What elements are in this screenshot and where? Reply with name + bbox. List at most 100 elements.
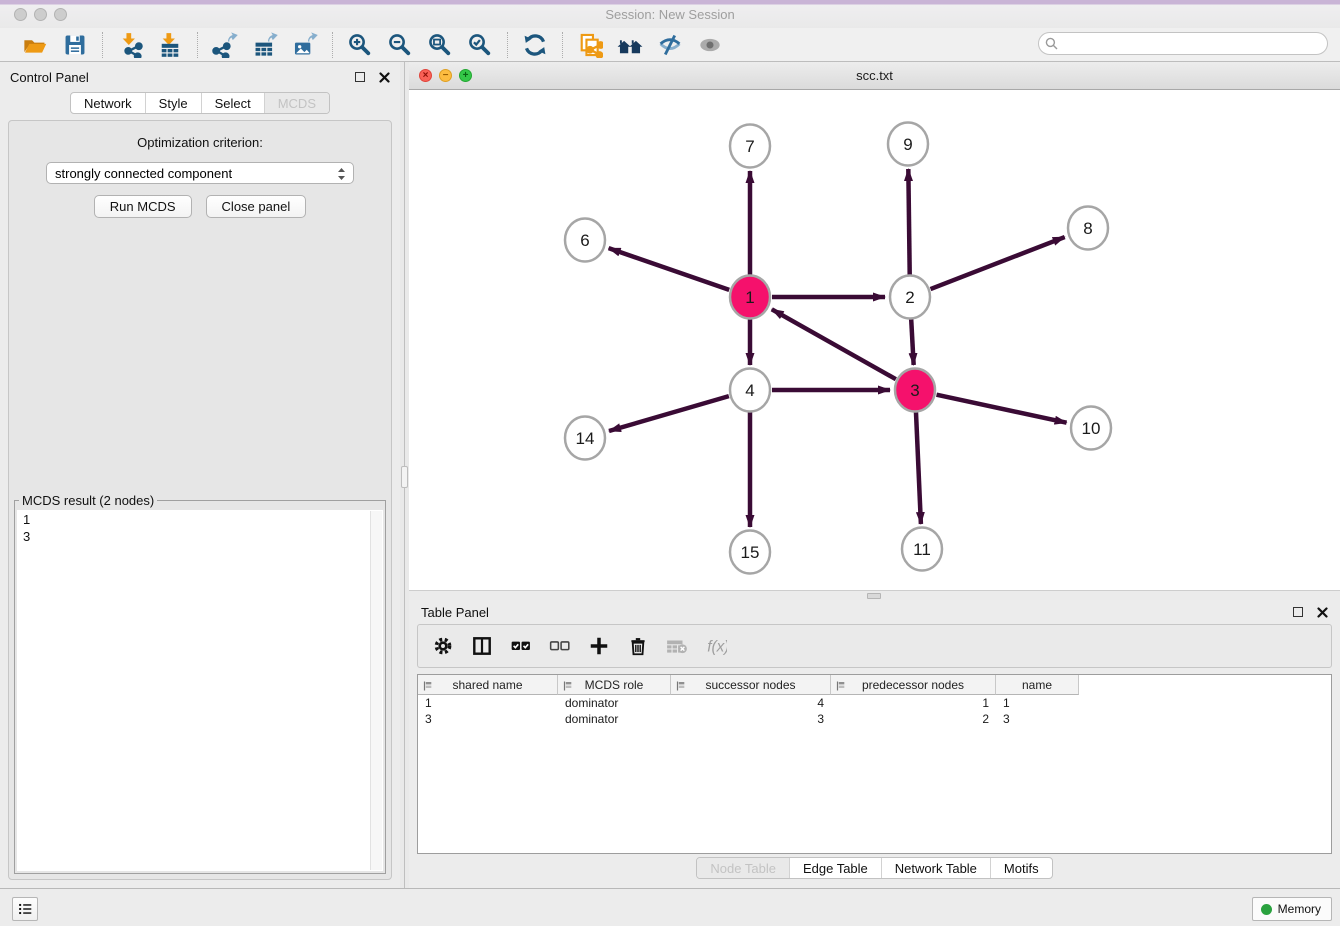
divider-handle[interactable] bbox=[401, 466, 408, 488]
node-8[interactable]: 8 bbox=[1068, 207, 1108, 250]
mcds-result-title: MCDS result (2 nodes) bbox=[19, 493, 157, 508]
close-panel-icon[interactable] bbox=[379, 72, 390, 83]
zoom-out-icon[interactable] bbox=[387, 32, 413, 58]
search-icon bbox=[1045, 37, 1058, 50]
tab-motifs[interactable]: Motifs bbox=[990, 858, 1052, 878]
import-network-icon[interactable] bbox=[117, 32, 143, 58]
tab-node-table[interactable]: Node Table bbox=[697, 858, 789, 878]
column-header-MCDS-role[interactable]: MCDS role bbox=[558, 675, 671, 695]
zoom-in-icon[interactable] bbox=[347, 32, 373, 58]
table-cell[interactable]: 1 bbox=[831, 695, 996, 711]
network-canvas[interactable]: 1 2 3 4 6 7 8 9 10 11 14 15 bbox=[409, 90, 1340, 590]
close-panel-button[interactable]: Close panel bbox=[206, 195, 307, 218]
sort-icon[interactable] bbox=[423, 680, 433, 694]
column-label: MCDS role bbox=[585, 678, 644, 692]
control-panel: Control Panel NetworkStyleSelectMCDS Opt… bbox=[0, 62, 400, 888]
node-9[interactable]: 9 bbox=[888, 123, 928, 166]
titlebar: Session: New Session bbox=[0, 0, 1340, 28]
search-input[interactable] bbox=[1062, 36, 1321, 52]
table-header-row: shared name MCDS role successor nodesprede… bbox=[418, 675, 1331, 695]
status-bar: Memory bbox=[0, 888, 1340, 926]
node-14[interactable]: 14 bbox=[565, 417, 605, 460]
node-11[interactable]: 11 bbox=[902, 528, 942, 571]
edge-2-9[interactable] bbox=[908, 169, 909, 275]
zoom-selected-icon[interactable] bbox=[467, 32, 493, 58]
import-table-icon[interactable] bbox=[157, 32, 183, 58]
search-box[interactable] bbox=[1038, 32, 1328, 55]
tab-mcds[interactable]: MCDS bbox=[264, 93, 329, 113]
node-4[interactable]: 4 bbox=[730, 369, 770, 412]
node-3[interactable]: 3 bbox=[895, 369, 935, 412]
edge-3-11[interactable] bbox=[916, 412, 921, 524]
table-cell[interactable]: 4 bbox=[671, 695, 831, 711]
table-row[interactable]: 1dominator411 bbox=[418, 695, 1331, 711]
node-10[interactable]: 10 bbox=[1071, 407, 1111, 450]
tab-edge-table[interactable]: Edge Table bbox=[789, 858, 881, 878]
node-7[interactable]: 7 bbox=[730, 125, 770, 168]
tab-select[interactable]: Select bbox=[201, 93, 264, 113]
panel-divider-vertical[interactable] bbox=[400, 62, 409, 888]
optimization-criterion-select[interactable]: strongly connected component bbox=[46, 162, 354, 184]
node-2[interactable]: 2 bbox=[890, 276, 930, 319]
app-window: Session: New Session Control Panel Netwo… bbox=[0, 0, 1340, 926]
show-columns-icon[interactable] bbox=[471, 635, 493, 657]
svg-text:3: 3 bbox=[910, 381, 919, 400]
result-scrollbar[interactable] bbox=[370, 511, 382, 870]
node-6[interactable]: 6 bbox=[565, 219, 605, 262]
column-header-name[interactable]: name bbox=[996, 675, 1079, 695]
hide-selected-icon[interactable] bbox=[657, 32, 683, 58]
home-icon[interactable] bbox=[617, 32, 643, 58]
zoom-fit-icon[interactable] bbox=[427, 32, 453, 58]
sort-icon[interactable] bbox=[676, 680, 686, 694]
edge-3-10[interactable] bbox=[937, 395, 1067, 423]
task-history-button[interactable] bbox=[12, 897, 38, 921]
svg-text:8: 8 bbox=[1083, 219, 1092, 238]
sort-icon[interactable] bbox=[563, 680, 573, 694]
node-1[interactable]: 1 bbox=[730, 276, 770, 319]
tab-network[interactable]: Network bbox=[71, 93, 145, 113]
memory-button[interactable]: Memory bbox=[1252, 897, 1332, 921]
edge-4-14[interactable] bbox=[609, 396, 729, 431]
column-header-predecessor-nodes[interactable]: predecessor nodes bbox=[831, 675, 996, 695]
float-panel-icon[interactable] bbox=[1293, 607, 1303, 617]
table-cell[interactable]: 3 bbox=[996, 711, 1079, 727]
svg-text:15: 15 bbox=[741, 543, 760, 562]
open-session-icon[interactable] bbox=[22, 32, 48, 58]
table-cell[interactable]: 3 bbox=[671, 711, 831, 727]
column-header-shared-name[interactable]: shared name bbox=[418, 675, 558, 695]
export-image-icon[interactable] bbox=[292, 32, 318, 58]
float-panel-icon[interactable] bbox=[355, 72, 365, 82]
table-cell[interactable]: 3 bbox=[418, 711, 558, 727]
table-cell[interactable]: 1 bbox=[418, 695, 558, 711]
edge-2-8[interactable] bbox=[931, 237, 1065, 289]
sort-icon[interactable] bbox=[836, 680, 846, 694]
table-cell[interactable]: 1 bbox=[996, 695, 1079, 711]
table-cell[interactable]: 2 bbox=[831, 711, 996, 727]
table-panel: Table Panel f(x) shared nameMCDS rolesuc… bbox=[409, 600, 1340, 888]
column-header-successor-nodes[interactable]: successor nodes bbox=[671, 675, 831, 695]
deselect-all-icon[interactable] bbox=[549, 635, 571, 657]
export-network-icon[interactable] bbox=[212, 32, 238, 58]
panel-divider-horizontal[interactable] bbox=[409, 590, 1340, 600]
table-cell[interactable]: dominator bbox=[558, 695, 671, 711]
export-table-icon[interactable] bbox=[252, 32, 278, 58]
table-row[interactable]: 3dominator323 bbox=[418, 711, 1331, 727]
edge-3-1[interactable] bbox=[772, 309, 896, 379]
mcds-result-area[interactable]: 1 3 bbox=[17, 510, 383, 871]
select-all-icon[interactable] bbox=[510, 635, 532, 657]
node-15[interactable]: 15 bbox=[730, 531, 770, 574]
save-session-icon[interactable] bbox=[62, 32, 88, 58]
settings-gear-icon[interactable] bbox=[432, 635, 454, 657]
table-cell[interactable]: dominator bbox=[558, 711, 671, 727]
divider-handle[interactable] bbox=[867, 593, 881, 599]
edge-2-3[interactable] bbox=[911, 319, 913, 365]
run-mcds-button[interactable]: Run MCDS bbox=[94, 195, 192, 218]
tab-style[interactable]: Style bbox=[145, 93, 201, 113]
add-row-icon[interactable] bbox=[588, 635, 610, 657]
tab-network-table[interactable]: Network Table bbox=[881, 858, 990, 878]
delete-row-icon[interactable] bbox=[627, 635, 649, 657]
close-panel-icon[interactable] bbox=[1317, 607, 1328, 618]
refresh-layout-icon[interactable] bbox=[522, 32, 548, 58]
edge-1-6[interactable] bbox=[609, 248, 730, 290]
duplicate-network-icon[interactable] bbox=[577, 32, 603, 58]
